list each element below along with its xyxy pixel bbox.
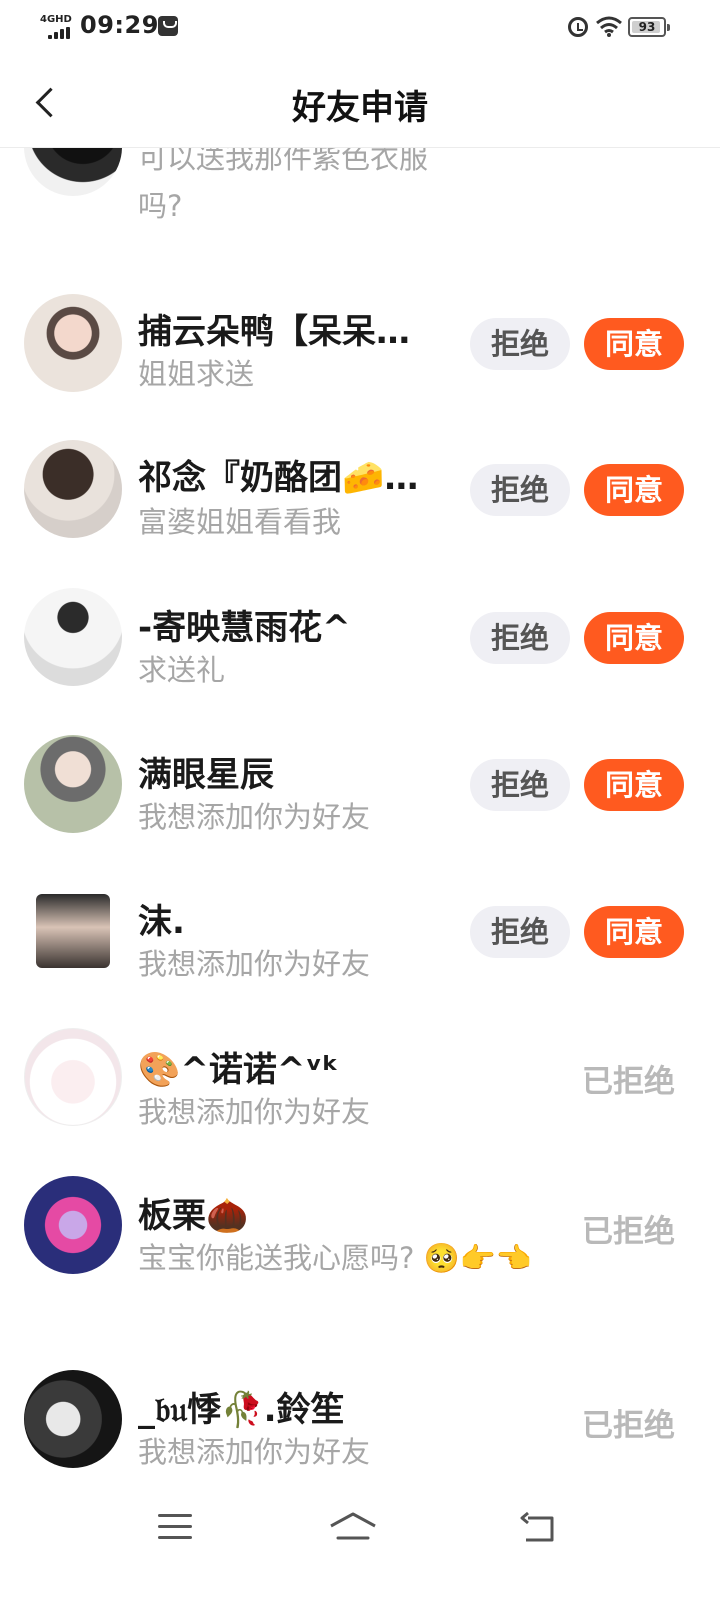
clock: 09:29 (80, 11, 159, 39)
requester-name: 🎨^诺诺^ᵛᵏ (138, 1050, 339, 1090)
list-item: 祁念『奶酪团🧀… 富婆姐姐看看我 拒绝 同意 (0, 438, 720, 568)
request-message: 求送礼 (138, 653, 226, 687)
accept-button[interactable]: 同意 (584, 318, 684, 370)
requester-name: 捕云朵鸭【呆呆… (138, 312, 410, 352)
requester-name: 板栗🌰 (138, 1196, 249, 1236)
battery-icon: 93 (628, 17, 670, 37)
request-message: 姐姐求送 (138, 357, 255, 391)
menu-button[interactable] (158, 1512, 196, 1542)
home-icon (330, 1512, 376, 1540)
requester-name: 满眼星辰 (138, 755, 274, 795)
request-message: 我想添加你为好友 (138, 1095, 371, 1129)
avatar[interactable] (24, 588, 122, 686)
network-type: 4GHD (40, 14, 72, 25)
request-message: 富婆姐姐看看我 (138, 505, 342, 539)
battery-level: 93 (638, 20, 656, 34)
list-item: 板栗🌰 宝宝你能送我心愿吗? 🥺👉👈 已拒绝 (0, 1174, 720, 1344)
list-item: 可以送我那件紫色衣服吗? 拒绝 同意 (0, 148, 720, 278)
request-message: 我想添加你为好友 (138, 800, 371, 834)
page-title: 好友申请 (292, 88, 428, 128)
accept-button[interactable]: 同意 (584, 464, 684, 516)
return-button[interactable] (518, 1510, 558, 1546)
accept-button[interactable]: 同意 (584, 759, 684, 811)
list-item: 沫. 我想添加你为好友 拒绝 同意 (0, 880, 720, 1010)
friend-request-list[interactable]: 可以送我那件紫色衣服吗? 拒绝 同意 捕云朵鸭【呆呆… 姐姐求送 拒绝 同意 祁… (0, 148, 720, 1482)
status-bar: 4GHD 09:29 93 (0, 0, 720, 56)
system-navigation-bar (0, 1482, 720, 1600)
requester-name: _𝔟𝔲悸🥀.鈴笙 (138, 1390, 345, 1430)
request-message: 宝宝你能送我心愿吗? 🥺👉👈 (138, 1241, 532, 1275)
declined-status: 已拒绝 (582, 1214, 675, 1250)
alarm-icon (568, 17, 588, 37)
declined-status: 已拒绝 (582, 1064, 675, 1100)
reject-button[interactable]: 拒绝 (470, 464, 570, 516)
signal-icon: 4GHD (40, 14, 74, 40)
avatar[interactable] (24, 735, 122, 833)
accept-button[interactable]: 同意 (584, 906, 684, 958)
avatar[interactable] (24, 1176, 122, 1274)
reject-button[interactable]: 拒绝 (470, 318, 570, 370)
reject-button[interactable]: 拒绝 (470, 906, 570, 958)
declined-status: 已拒绝 (582, 1408, 675, 1444)
header: 好友申请 (0, 56, 720, 148)
avatar[interactable] (36, 894, 110, 968)
list-item: 捕云朵鸭【呆呆… 姐姐求送 拒绝 同意 (0, 290, 720, 420)
avatar[interactable] (24, 1028, 122, 1126)
list-item: 满眼星辰 我想添加你为好友 拒绝 同意 (0, 733, 720, 863)
reject-button[interactable]: 拒绝 (470, 759, 570, 811)
avatar[interactable] (24, 148, 122, 196)
accept-button[interactable]: 同意 (584, 612, 684, 664)
request-message: 可以送我那件紫色衣服吗? (138, 148, 429, 223)
avatar[interactable] (24, 440, 122, 538)
return-icon (520, 1511, 554, 1542)
list-item: 🎨^诺诺^ᵛᵏ 我想添加你为好友 已拒绝 (0, 1028, 720, 1158)
list-item: _𝔟𝔲悸🥀.鈴笙 我想添加你为好友 已拒绝 (0, 1368, 720, 1482)
home-button[interactable] (328, 1510, 378, 1546)
wifi-icon (596, 16, 622, 37)
request-message: 我想添加你为好友 (138, 947, 371, 981)
requester-name: -寄映慧雨花^ (138, 608, 351, 648)
reject-button[interactable]: 拒绝 (470, 612, 570, 664)
message-notification-icon (158, 16, 178, 36)
avatar[interactable] (24, 294, 122, 392)
list-item: -寄映慧雨花^ 求送礼 拒绝 同意 (0, 586, 720, 716)
requester-name: 祁念『奶酪团🧀… (138, 458, 419, 498)
request-message: 我想添加你为好友 (138, 1435, 371, 1469)
avatar[interactable] (24, 1370, 122, 1468)
requester-name: 沫. (138, 902, 185, 942)
